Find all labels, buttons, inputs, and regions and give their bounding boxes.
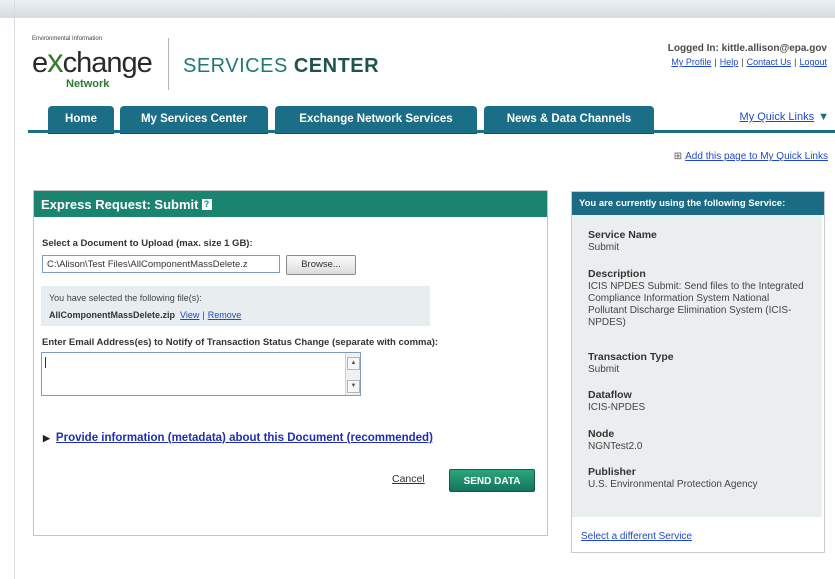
scroll-down-icon[interactable]: ▼ [347,380,360,393]
my-profile-link[interactable]: My Profile [671,57,711,67]
help-icon[interactable]: ? [201,198,212,210]
remove-link[interactable]: Remove [208,310,242,320]
logged-in-line: Logged In: kittle.allison@epa.gov [667,43,827,54]
logo-network: Network [66,78,110,90]
selected-files-label: You have selected the following file(s): [49,293,202,303]
top-band [0,0,835,18]
node-field: Node NGNTest2.0 [588,428,643,452]
scroll-up-icon[interactable]: ▲ [347,357,360,370]
logo-wordmark: exchange [32,42,153,79]
description-field: Description ICIS NPDES Submit: Send files… [588,268,804,328]
cancel-link[interactable]: Cancel [392,473,425,485]
logout-link[interactable]: Logout [799,57,827,67]
service-info-header: You are currently using the following Se… [572,192,824,215]
metadata-toggle[interactable]: ▶ Provide information (metadata) about th… [43,432,433,444]
email-textarea[interactable]: ▲ ▼ [41,352,361,396]
select-different-service-link[interactable]: Select a different Service [581,531,692,542]
triangle-right-icon: ▶ [43,433,50,443]
metadata-link[interactable]: Provide information (metadata) about thi… [56,432,433,444]
panel-header: Express Request: Submit? [34,191,547,217]
add-quick-link-text[interactable]: Add this page to My Quick Links [685,151,828,162]
triangle-down-icon: ▼ [818,111,829,123]
logged-in-user: kittle.allison@epa.gov [721,43,827,54]
plus-icon: ⊞ [673,151,683,162]
service-info-panel: You are currently using the following Se… [571,191,825,553]
my-quick-links[interactable]: My Quick Links ▼ [740,111,829,123]
send-data-button[interactable]: SEND DATA [449,469,535,492]
left-divider [14,0,15,579]
service-info-body: Service Name Submit Description ICIS NPDES… [572,215,822,517]
publisher-field: Publisher U.S. Environmental Protection A… [588,466,758,490]
header-divider [168,38,169,90]
browse-button[interactable]: Browse... [286,255,356,275]
user-links: My Profile | Help | Contact Us | Logout [671,57,827,67]
upload-label: Select a Document to Upload (max. size 1… [42,238,253,249]
express-request-panel: Express Request: Submit? Select a Docume… [33,190,548,536]
view-link[interactable]: View [180,310,199,320]
dataflow-field: Dataflow ICIS-NPDES [588,389,646,413]
add-quick-link[interactable]: ⊞ Add this page to My Quick Links [674,151,828,162]
contact-us-link[interactable]: Contact Us [747,57,792,67]
help-link[interactable]: Help [720,57,739,67]
selected-files-box: You have selected the following file(s):… [41,286,430,326]
textarea-scrollbar[interactable]: ▲ ▼ [345,353,360,395]
nav-underline [28,130,835,133]
selected-file-row: AllComponentMassDelete.zip View | Remove [49,310,242,320]
panel-title: Express Request: Submit [41,196,199,212]
exchange-network-logo[interactable]: Environmental Information exchange Netwo… [32,36,162,96]
file-path-input[interactable]: C:\Alison\Test Files\AllComponentMassDel… [42,255,280,273]
page-title: SERVICES CENTER [183,55,380,77]
transaction-type-field: Transaction Type Submit [588,351,674,375]
logo-caption: Environmental Information [32,36,103,42]
email-label: Enter Email Address(es) to Notify of Tra… [42,337,439,348]
selected-file-name: AllComponentMassDelete.zip [49,310,176,320]
service-name-field: Service Name Submit [588,229,657,253]
text-caret [45,357,46,368]
login-status: Logged In: kittle.allison@epa.gov My Pro… [668,43,827,67]
